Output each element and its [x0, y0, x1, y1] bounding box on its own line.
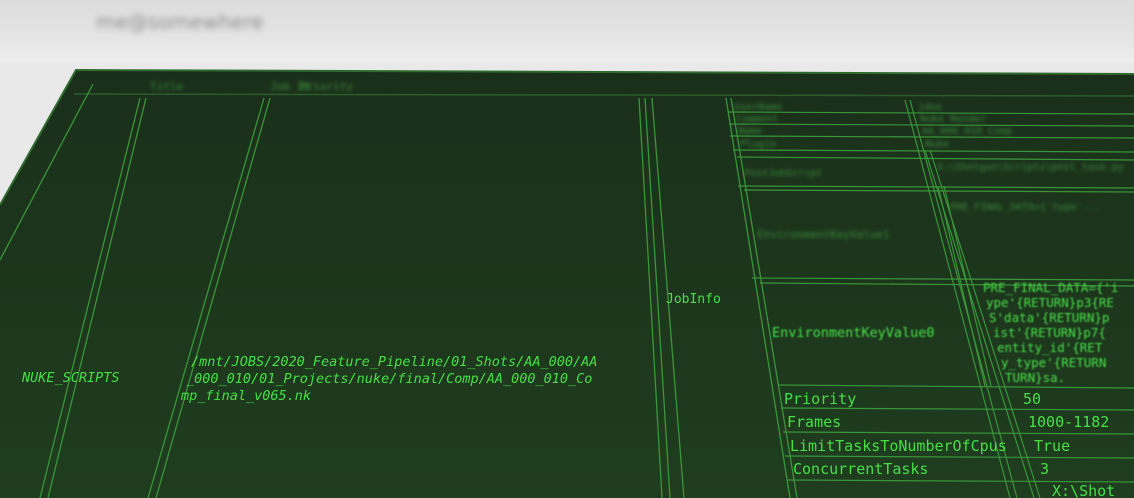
value-post-job-script: X:\Shotgun\Scripts\post_task.py [937, 162, 1124, 173]
env-value-0[interactable]: PRE_FINAL_DATA={'i ype'{RETURN}p3{RE S'd… [983, 280, 1118, 385]
script-path-line-1[interactable]: /mnt/JOBS/2020_Feature_Pipeline/01_Shots… [191, 354, 597, 370]
script-path-line-2[interactable]: _000_010/01_Projects/nuke/final/Comp/AA_… [186, 371, 592, 387]
key-concurrent-tasks[interactable]: ConcurrentTasks [793, 460, 928, 478]
group-label-jobinfo[interactable]: JobInfo [666, 292, 721, 307]
key-username: UserName [734, 102, 782, 113]
key-frames[interactable]: Frames [787, 413, 841, 431]
job-info-table: Title Job Id Priority UserName Comment N… [0, 68, 1134, 498]
env-value-0-line: ype'{RETURN}p3{RE [986, 295, 1114, 310]
row-type-cell[interactable]: NUKE_SCRIPTS [21, 370, 120, 386]
script-path-line-3[interactable]: mp_final_v065.nk [180, 388, 311, 404]
value-priority[interactable]: 50 [1023, 390, 1041, 408]
env-value-0-line: entity_id'{RET [997, 340, 1103, 355]
env-key-0[interactable]: EnvironmentKeyValue0 [772, 325, 935, 341]
env-value-0-line: PRE_FINAL_DATA={'i [983, 280, 1118, 295]
key-limit-tasks[interactable]: LimitTasksToNumberOfCpus [790, 437, 1007, 455]
key-name: Name [738, 126, 762, 137]
key-plugin: Plugin [740, 139, 776, 150]
value-comment: Nuke Render [920, 114, 986, 125]
key-env-value-1: EnvironmentKeyValue1 [757, 228, 889, 241]
key-comment: Comment [736, 114, 778, 125]
key-post-job-script: PostJobScript [744, 168, 822, 179]
value-username: jdoe [918, 102, 942, 113]
value-partial-path[interactable]: X:\Shot [1052, 482, 1115, 498]
value-env-value-1: PRE_FINAL_DATA={'type'... [950, 202, 1101, 213]
value-concurrent-tasks[interactable]: 3 [1040, 460, 1049, 478]
env-value-0-line: ist'{RETURN}p7{ [993, 325, 1106, 340]
key-priority[interactable]: Priority [784, 390, 856, 408]
env-value-0-line: y_type'{RETURN [1001, 355, 1106, 370]
header-cell-3[interactable]: Priority [300, 80, 353, 93]
value-name: AA_000_010_Comp [922, 126, 1012, 137]
value-plugin: Nuke [925, 139, 949, 150]
header-cell-1[interactable]: Title [150, 80, 183, 93]
value-limit-tasks[interactable]: True [1034, 437, 1070, 455]
env-value-0-line: TURN}sa. [1005, 370, 1065, 385]
value-frames[interactable]: 1000-1182 [1028, 413, 1109, 431]
env-value-0-line: S'data'{RETURN}p [989, 310, 1109, 325]
